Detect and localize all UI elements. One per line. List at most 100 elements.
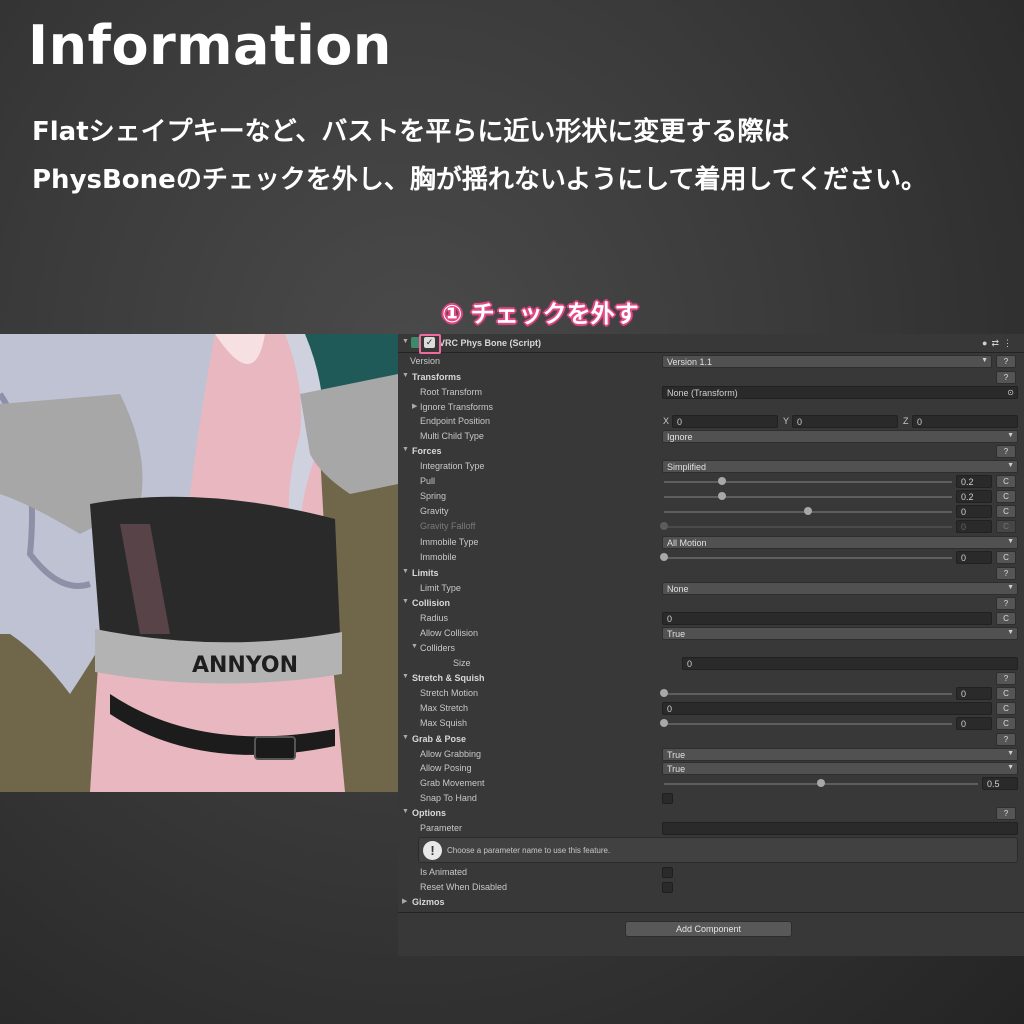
stretch-squish-section[interactable]: ▼ Stretch & Squish ? xyxy=(398,671,1024,686)
integration-type-row: Integration Type Simplified ▼ xyxy=(398,459,1024,474)
stretch-motion-label: Stretch Motion xyxy=(420,688,479,698)
forces-section[interactable]: ▼ Forces ? xyxy=(398,444,1024,459)
reset-when-disabled-row: Reset When Disabled xyxy=(398,880,1024,895)
gravity-falloff-curve-button: C xyxy=(996,520,1016,533)
stretch-motion-slider-track[interactable] xyxy=(664,693,952,695)
limit-type-dropdown[interactable]: None ▼ xyxy=(662,582,1018,595)
forces-help-button[interactable]: ? xyxy=(996,445,1016,458)
spring-slider-knob[interactable] xyxy=(717,492,726,500)
allow-grabbing-dropdown[interactable]: True ▼ xyxy=(662,748,1018,761)
spring-curve-button[interactable]: C xyxy=(996,490,1016,503)
max-stretch-field[interactable]: 0 xyxy=(662,702,992,715)
gravity-value-field[interactable]: 0 xyxy=(956,505,992,518)
callout-highlight-box xyxy=(419,334,441,354)
grab-pose-section[interactable]: ▼ Grab & Pose ? xyxy=(398,732,1024,747)
colliders-label: Colliders xyxy=(420,643,456,653)
allow-grabbing-label: Allow Grabbing xyxy=(420,749,482,759)
endpoint-x-field[interactable]: 0 xyxy=(672,415,778,428)
snap-to-hand-checkbox[interactable] xyxy=(662,793,673,804)
pull-value-field[interactable]: 0.2 xyxy=(956,475,992,488)
max-squish-value-field[interactable]: 0 xyxy=(956,717,992,730)
options-help-button[interactable]: ? xyxy=(996,807,1016,820)
transforms-section[interactable]: ▼ Transforms ? xyxy=(398,370,1024,385)
stretch-motion-slider-knob[interactable] xyxy=(660,689,668,697)
description: Flatシェイプキーなど、バストを平らに近い形状に変更する際は PhysBone… xyxy=(32,108,1012,204)
kebab-menu-icon[interactable]: ⋮ xyxy=(1003,338,1016,348)
version-dropdown[interactable]: Version 1.1 ▼ xyxy=(662,355,992,368)
gravity-row: Gravity 0 C xyxy=(398,504,1024,519)
foldout-arrow-icon[interactable]: ▼ xyxy=(402,338,409,345)
stretch-squish-help-button[interactable]: ? xyxy=(996,672,1016,685)
grab-movement-slider-knob[interactable] xyxy=(817,779,825,787)
allow-posing-dropdown[interactable]: True ▼ xyxy=(662,762,1018,775)
options-header: Options xyxy=(412,808,446,818)
component-header: ▼ ✓ VRC Phys Bone (Script) ●⇄⋮ xyxy=(398,336,1024,351)
endpoint-y-field[interactable]: 0 xyxy=(792,415,898,428)
collision-section[interactable]: ▼ Collision ? xyxy=(398,596,1024,611)
root-transform-field[interactable]: None (Transform) ⊙ xyxy=(662,386,1018,399)
grab-pose-help-button[interactable]: ? xyxy=(996,733,1016,746)
max-stretch-curve-button[interactable]: C xyxy=(996,702,1016,715)
integration-type-dropdown[interactable]: Simplified ▼ xyxy=(662,460,1018,473)
allow-posing-row: Allow Posing True ▼ xyxy=(398,761,1024,776)
stretch-motion-curve-button[interactable]: C xyxy=(996,687,1016,700)
pull-curve-button[interactable]: C xyxy=(996,475,1016,488)
inspector-panel: ▼ ✓ VRC Phys Bone (Script) ●⇄⋮ Version V… xyxy=(398,334,1024,956)
immobile-slider-track[interactable] xyxy=(664,557,952,559)
transforms-header: Transforms xyxy=(412,372,462,382)
grab-movement-value-field[interactable]: 0.5 xyxy=(982,777,1018,790)
forces-header: Forces xyxy=(412,446,442,456)
dropdown-arrow-icon: ▼ xyxy=(1007,462,1014,469)
allow-collision-row: Allow Collision True ▼ xyxy=(398,626,1024,641)
max-squish-slider-knob[interactable] xyxy=(660,719,668,727)
ignore-transforms-row[interactable]: ▶ Ignore Transforms xyxy=(398,400,1024,415)
spring-label: Spring xyxy=(420,491,447,501)
transforms-help-button[interactable]: ? xyxy=(996,371,1016,384)
limits-section[interactable]: ▼ Limits ? xyxy=(398,566,1024,581)
max-squish-curve-button[interactable]: C xyxy=(996,717,1016,730)
grab-pose-header: Grab & Pose xyxy=(412,734,467,744)
gravity-slider-knob[interactable] xyxy=(804,507,812,515)
avatar-illustration-graphic: ANNYON xyxy=(0,334,398,792)
gizmos-section[interactable]: ▶ Gizmos xyxy=(398,895,1024,910)
dropdown-arrow-icon: ▼ xyxy=(1007,750,1014,757)
immobile-type-dropdown[interactable]: All Motion ▼ xyxy=(662,536,1018,549)
max-stretch-label: Max Stretch xyxy=(420,703,469,713)
size-field[interactable]: 0 xyxy=(682,657,1018,670)
size-row: Size 0 xyxy=(398,656,1024,671)
add-component-button[interactable]: Add Component xyxy=(625,921,792,937)
immobile-value-field[interactable]: 0 xyxy=(956,551,992,564)
radius-field[interactable]: 0 xyxy=(662,612,992,625)
version-help-button[interactable]: ? xyxy=(996,355,1016,368)
pull-row: Pull 0.2 C xyxy=(398,474,1024,489)
radius-curve-button[interactable]: C xyxy=(996,612,1016,625)
foldout-arrow-icon: ▼ xyxy=(402,734,409,741)
is-animated-checkbox[interactable] xyxy=(662,867,673,878)
immobile-slider-knob[interactable] xyxy=(660,553,668,561)
reset-when-disabled-checkbox[interactable] xyxy=(662,882,673,893)
description-line-2: PhysBoneのチェックを外し、胸が揺れないようにして着用してください。 xyxy=(32,165,927,195)
multi-child-type-dropdown[interactable]: Ignore ▼ xyxy=(662,430,1018,443)
pull-slider-knob[interactable] xyxy=(717,477,726,485)
radius-row: Radius 0 C xyxy=(398,611,1024,626)
component-name: VRC Phys Bone (Script) xyxy=(439,338,542,348)
limit-type-row: Limit Type None ▼ xyxy=(398,581,1024,596)
dropdown-arrow-icon: ▼ xyxy=(1007,629,1014,636)
is-animated-row: Is Animated xyxy=(398,865,1024,880)
spring-slider-track[interactable] xyxy=(664,496,952,498)
parameter-field[interactable] xyxy=(662,822,1018,835)
options-section[interactable]: ▼ Options ? xyxy=(398,806,1024,821)
presets-icon[interactable]: ⇄ xyxy=(991,338,1003,348)
collision-help-button[interactable]: ? xyxy=(996,597,1016,610)
gravity-curve-button[interactable]: C xyxy=(996,505,1016,518)
max-squish-slider-track[interactable] xyxy=(664,723,952,725)
colliders-row[interactable]: ▼ Colliders xyxy=(398,641,1024,656)
spring-value-field[interactable]: 0.2 xyxy=(956,490,992,503)
immobile-curve-button[interactable]: C xyxy=(996,551,1016,564)
limits-help-button[interactable]: ? xyxy=(996,567,1016,580)
stretch-motion-value-field[interactable]: 0 xyxy=(956,687,992,700)
allow-collision-dropdown[interactable]: True ▼ xyxy=(662,627,1018,640)
endpoint-z-field[interactable]: 0 xyxy=(912,415,1018,428)
pull-slider-track[interactable] xyxy=(664,481,952,483)
allow-grabbing-row: Allow Grabbing True ▼ xyxy=(398,747,1024,762)
